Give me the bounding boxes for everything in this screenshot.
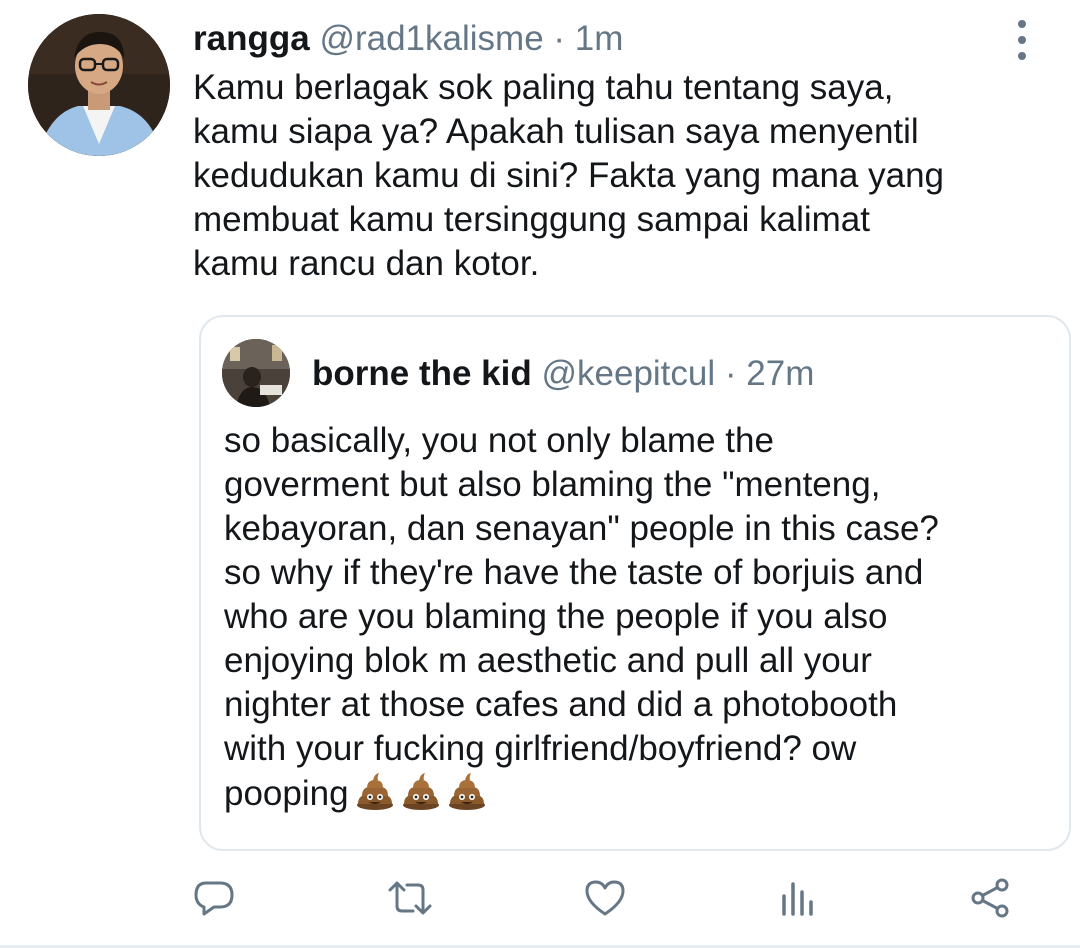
pile-of-poo-icon	[447, 771, 487, 822]
author-avatar[interactable]	[28, 14, 170, 156]
quoted-text-line: goverment but also blaming the "menteng,	[224, 465, 881, 504]
quoted-text-line: so basically, you not only blame the	[224, 421, 774, 460]
quoted-text-line: so why if they're have the taste of borj…	[224, 553, 924, 592]
quoted-text-line: kebayoran, dan senayan" people in this c…	[224, 509, 939, 548]
quoted-tweet-text: so basically, you not only blame the gov…	[224, 419, 1054, 822]
more-options-icon[interactable]	[1010, 20, 1034, 60]
tweet-header: rangga @rad1kalisme · 1m	[193, 18, 623, 60]
separator-dot: ·	[553, 19, 566, 58]
share-icon[interactable]	[966, 873, 1016, 923]
tweet-text-line: kedudukan kamu di sini? Fakta yang mana …	[193, 156, 945, 195]
quoted-text-line: nighter at those cafes and did a photobo…	[224, 685, 898, 724]
quoted-author-handle[interactable]: @keepitcul	[541, 354, 715, 393]
retweet-icon[interactable]	[385, 873, 435, 923]
tweet-time[interactable]: 1m	[575, 19, 624, 58]
quoted-text-line-last: pooping	[224, 771, 1054, 822]
quoted-author-name[interactable]: borne the kid	[312, 354, 532, 393]
tweet-actions	[0, 873, 1080, 923]
author-name[interactable]: rangga	[193, 19, 310, 58]
quoted-text-line: who are you blaming the people if you al…	[224, 597, 888, 636]
tweet-text-line: membuat kamu tersinggung sampai kalimat	[193, 200, 870, 239]
quoted-author-avatar[interactable]	[222, 339, 290, 407]
author-handle[interactable]: @rad1kalisme	[319, 19, 543, 58]
tweet-text-line: kamu rancu dan kotor.	[193, 244, 540, 283]
reply-icon[interactable]	[189, 873, 239, 923]
analytics-icon[interactable]	[772, 873, 822, 923]
separator-dot: ·	[724, 354, 737, 393]
tweet-text: Kamu berlagak sok paling tahu tentang sa…	[193, 66, 1053, 286]
tweet-text-line: Kamu berlagak sok paling tahu tentang sa…	[193, 68, 894, 107]
quoted-tweet-time[interactable]: 27m	[746, 354, 814, 393]
pile-of-poo-icon	[355, 771, 395, 822]
pile-of-poo-icon	[401, 771, 441, 822]
quoted-text-line: enjoying blok m aesthetic and pull all y…	[224, 641, 872, 680]
quoted-text-line: pooping	[224, 774, 349, 813]
tweet-text-line: kamu siapa ya? Apakah tulisan saya menye…	[193, 112, 919, 151]
quoted-text-line: with your fucking girlfriend/boyfriend? …	[224, 729, 857, 768]
like-icon[interactable]	[580, 873, 630, 923]
quoted-tweet[interactable]: borne the kid @keepitcul · 27m so basica…	[199, 315, 1071, 851]
quoted-tweet-header: borne the kid @keepitcul · 27m	[312, 352, 814, 396]
